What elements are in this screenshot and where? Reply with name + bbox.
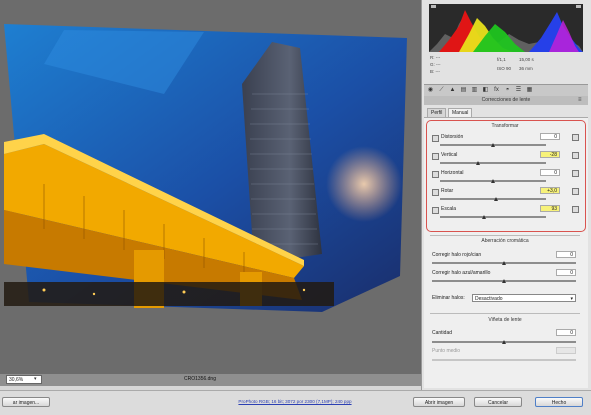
transform-distorsi-n-thumb[interactable] xyxy=(490,143,495,147)
transform-horizontal-icon xyxy=(432,171,439,178)
transform-escala-reset-icon[interactable] xyxy=(572,206,579,213)
photo-preview xyxy=(4,24,407,312)
transform-escala-thumb[interactable] xyxy=(482,215,487,219)
camera-calibration-icon[interactable]: ◓ xyxy=(504,87,511,94)
transform-rotar-icon xyxy=(432,189,439,196)
transform-escala-slider[interactable] xyxy=(440,216,546,218)
transform-horizontal-reset-icon[interactable] xyxy=(572,170,579,177)
transform-rotar-thumb[interactable] xyxy=(493,197,498,201)
presets-icon[interactable]: ☰ xyxy=(515,87,522,94)
section-title: Correcciones de lente xyxy=(424,96,588,105)
cancel-button[interactable]: Cancelar xyxy=(474,397,522,407)
rgb-r-readout: R: --- xyxy=(430,55,441,60)
lens-readout: 36 mm xyxy=(519,66,533,71)
defringe-label: Eliminar halos: xyxy=(432,295,465,301)
chromatic-title: Aberración cromática xyxy=(481,238,529,244)
aperture-readout: f/1,1 xyxy=(497,57,506,62)
histogram xyxy=(429,4,583,52)
rgb-g-readout: G: --- xyxy=(430,62,441,67)
transform-horizontal-value[interactable]: 0 xyxy=(540,169,560,176)
filename-label: CRO1356.dng xyxy=(184,376,216,382)
defringe-select[interactable]: Desactivado ▾ xyxy=(472,294,576,302)
chromatic-row-1-value[interactable]: 0 xyxy=(556,269,576,276)
chromatic-row-0-value[interactable]: 0 xyxy=(556,251,576,258)
save-image-button[interactable]: ar imagen... xyxy=(2,397,50,407)
done-button[interactable]: Hecho xyxy=(535,397,583,407)
divider xyxy=(430,235,580,236)
transform-escala-icon xyxy=(432,207,439,214)
zoom-dropdown-icon[interactable]: ▾ xyxy=(34,376,37,382)
shutter-readout: 15,00 s xyxy=(519,57,534,62)
transform-vertical-label: Vertical xyxy=(441,152,458,158)
vignette-title: Viñeta de lente xyxy=(488,317,522,323)
vignette-midpoint-slider xyxy=(432,359,576,361)
transform-rotar-value[interactable]: +3,0 xyxy=(540,187,560,194)
hsl-icon[interactable]: ▤ xyxy=(460,87,467,94)
transform-vertical-icon xyxy=(432,153,439,160)
chromatic-row-0-thumb[interactable] xyxy=(501,261,506,265)
effects-icon[interactable]: fx xyxy=(493,87,500,94)
lens-corrections-icon[interactable]: ◧ xyxy=(482,87,489,94)
detail-icon[interactable]: ▲ xyxy=(449,87,456,94)
chromatic-row-1-thumb[interactable] xyxy=(501,279,506,283)
vignette-amount-value[interactable]: 0 xyxy=(556,329,576,336)
open-image-button[interactable]: Abrir imagen xyxy=(413,397,465,407)
tone-curve-icon[interactable]: ⟋ xyxy=(438,87,445,94)
iso-readout: ISO 90 xyxy=(497,66,512,71)
transform-distorsi-n-label: Distorsión xyxy=(441,134,464,140)
transform-vertical-slider[interactable] xyxy=(440,162,546,164)
transform-rotar-reset-icon[interactable] xyxy=(572,188,579,195)
panel-menu-icon[interactable]: ≡ xyxy=(578,97,582,103)
divider xyxy=(430,313,580,314)
vignette-amount-thumb[interactable] xyxy=(501,340,506,344)
workflow-options-link[interactable]: ProPhoto RGB; 16 bit; 3072 por 2300 (7,1… xyxy=(200,399,390,404)
transform-title: Transformar xyxy=(491,123,519,129)
chromatic-row-0-label: Corregir halo rojo/cian xyxy=(432,252,482,258)
transform-vertical-thumb[interactable] xyxy=(475,161,480,165)
split-toning-icon[interactable]: ▥ xyxy=(471,87,478,94)
transform-rotar-label: Rotar xyxy=(441,188,454,194)
transform-distorsi-n-value[interactable]: 0 xyxy=(540,133,560,140)
transform-horizontal-label: Horizontal xyxy=(441,170,464,176)
basic-icon[interactable]: ◉ xyxy=(427,87,434,94)
snapshots-icon[interactable]: ▦ xyxy=(526,87,533,94)
transform-escala-label: Escala xyxy=(441,206,457,212)
transform-horizontal-thumb[interactable] xyxy=(490,179,495,183)
vignette-midpoint-value xyxy=(556,347,576,354)
transform-escala-value[interactable]: 93 xyxy=(540,205,560,212)
chevron-down-icon: ▾ xyxy=(570,296,573,302)
transform-distorsi-n-icon xyxy=(432,135,439,142)
transform-vertical-reset-icon[interactable] xyxy=(572,152,579,159)
chromatic-row-1-label: Corregir halo azul/amarillo xyxy=(432,270,491,276)
transform-vertical-value[interactable]: -28 xyxy=(540,151,560,158)
defringe-value: Desactivado xyxy=(475,296,503,302)
rgb-b-readout: B: --- xyxy=(430,69,440,74)
vignette-amount-label: Cantidad xyxy=(432,330,453,336)
vignette-midpoint-label: Punto medio xyxy=(432,348,461,354)
transform-distorsi-n-reset-icon[interactable] xyxy=(572,134,579,141)
